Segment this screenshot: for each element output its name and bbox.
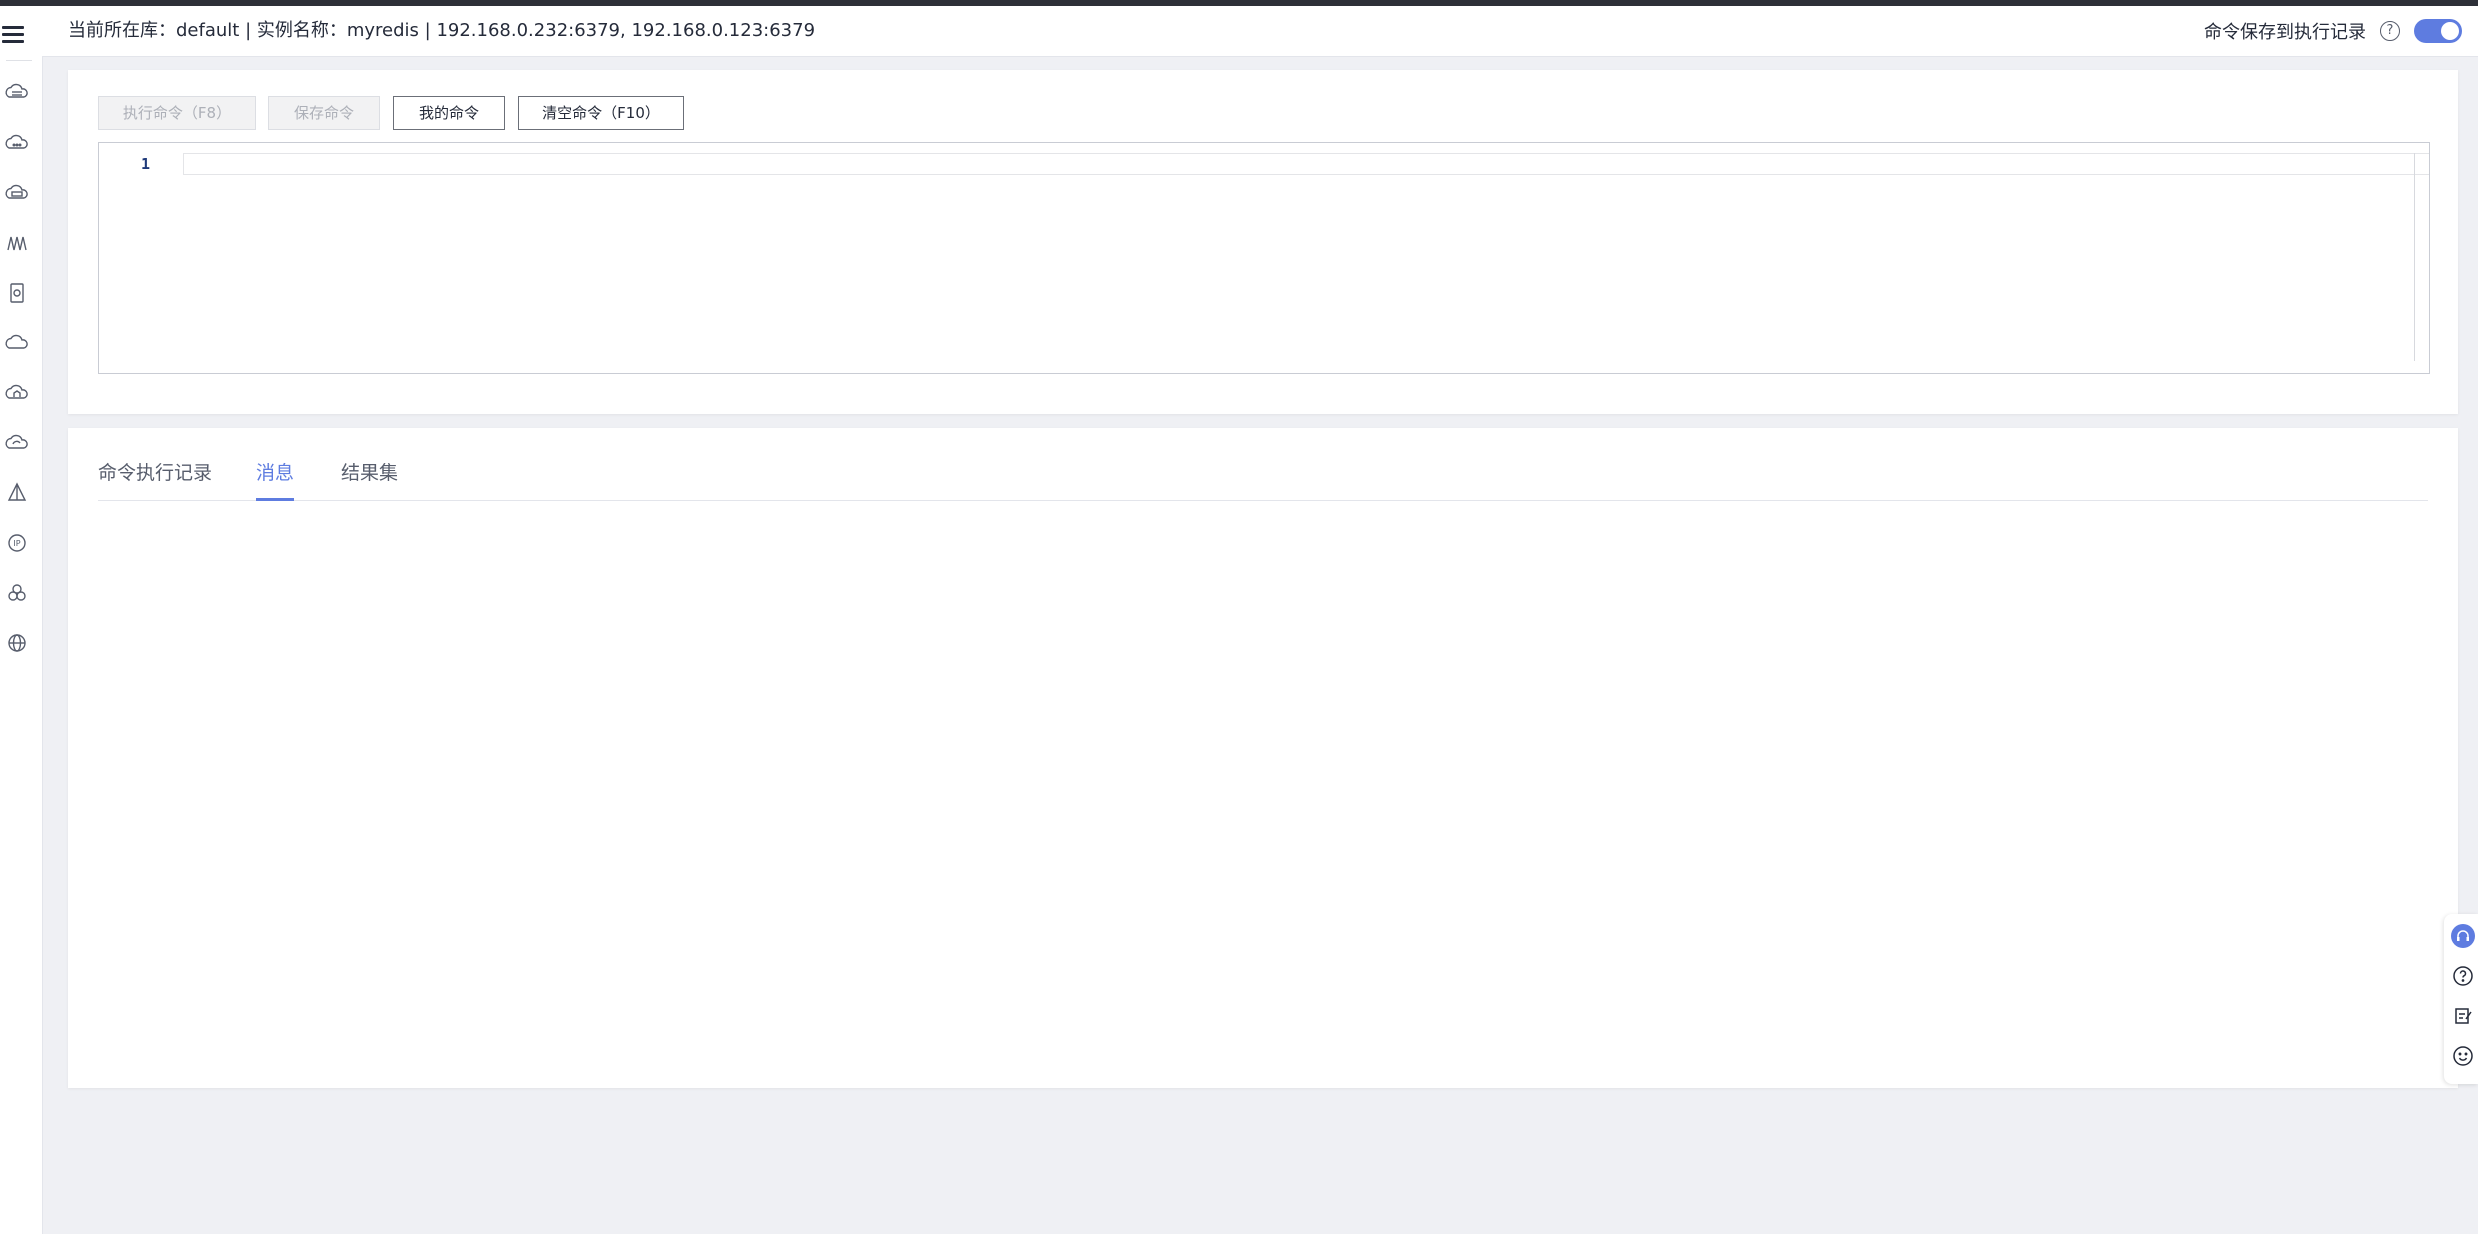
cloud-home-icon[interactable] — [4, 380, 30, 406]
floating-toolbar — [2444, 914, 2478, 1084]
globe-icon[interactable] — [4, 630, 30, 656]
sidebar: IP — [0, 6, 43, 1234]
current-db-value: default — [176, 20, 240, 41]
header-separator-2: | — [418, 20, 437, 41]
editor-current-line[interactable] — [183, 153, 2429, 175]
svg-text:IP: IP — [13, 539, 20, 548]
edit-note-icon[interactable] — [2451, 1004, 2475, 1028]
header-actions: 命令保存到执行记录 ? — [2204, 6, 2462, 56]
execute-command-button[interactable]: 执行命令（F8） — [98, 96, 256, 130]
tab-result-set[interactable]: 结果集 — [341, 458, 398, 500]
cluster-icon[interactable] — [4, 230, 30, 256]
results-tabs: 命令执行记录 消息 结果集 — [98, 428, 2428, 501]
save-command-button[interactable]: 保存命令 — [268, 96, 380, 130]
circles-icon[interactable] — [4, 580, 30, 606]
connection-info: 当前所在库：default | 实例名称：myredis | 192.168.0… — [68, 6, 815, 56]
cloud-icon[interactable] — [4, 130, 30, 156]
clear-command-button[interactable]: 清空命令（F10） — [518, 96, 684, 130]
header-bar: 当前所在库：default | 实例名称：myredis | 192.168.0… — [42, 6, 2478, 57]
cloud-server-icon[interactable] — [4, 180, 30, 206]
current-db-label: 当前所在库： — [68, 20, 176, 41]
ip-icon[interactable]: IP — [4, 530, 30, 556]
cloud-outline-icon[interactable] — [4, 330, 30, 356]
save-history-toggle[interactable] — [2414, 19, 2462, 43]
save-history-label: 命令保存到执行记录 — [2204, 22, 2366, 43]
results-panel: 命令执行记录 消息 结果集 — [68, 428, 2458, 1088]
instance-value: myredis — [346, 20, 419, 41]
instance-label: 实例名称： — [256, 20, 347, 41]
cloud-database-icon[interactable] — [4, 80, 30, 106]
triangle-icon[interactable] — [4, 480, 30, 506]
tab-messages[interactable]: 消息 — [256, 458, 295, 501]
document-icon[interactable] — [4, 280, 30, 306]
command-editor[interactable]: 1 — [98, 142, 2430, 374]
command-panel: 执行命令（F8） 保存命令 我的命令 清空命令（F10） 1 — [68, 70, 2458, 414]
my-commands-button[interactable]: 我的命令 — [393, 96, 505, 130]
menu-icon[interactable] — [0, 22, 26, 48]
tab-command-history[interactable]: 命令执行记录 — [98, 458, 212, 500]
toggle-knob — [2441, 22, 2459, 40]
editor-scrollbar[interactable] — [2414, 153, 2415, 361]
cloud-sync-icon[interactable] — [4, 430, 30, 456]
smiley-icon[interactable] — [2451, 1044, 2475, 1068]
sidebar-divider — [6, 60, 32, 61]
question-icon[interactable] — [2451, 964, 2475, 988]
line-number: 1 — [141, 155, 151, 173]
help-icon[interactable]: ? — [2380, 21, 2400, 41]
instance-addresses: 192.168.0.232:6379, 192.168.0.123:6379 — [436, 20, 816, 41]
headset-icon[interactable] — [2451, 924, 2475, 948]
header-separator: | — [239, 20, 257, 41]
